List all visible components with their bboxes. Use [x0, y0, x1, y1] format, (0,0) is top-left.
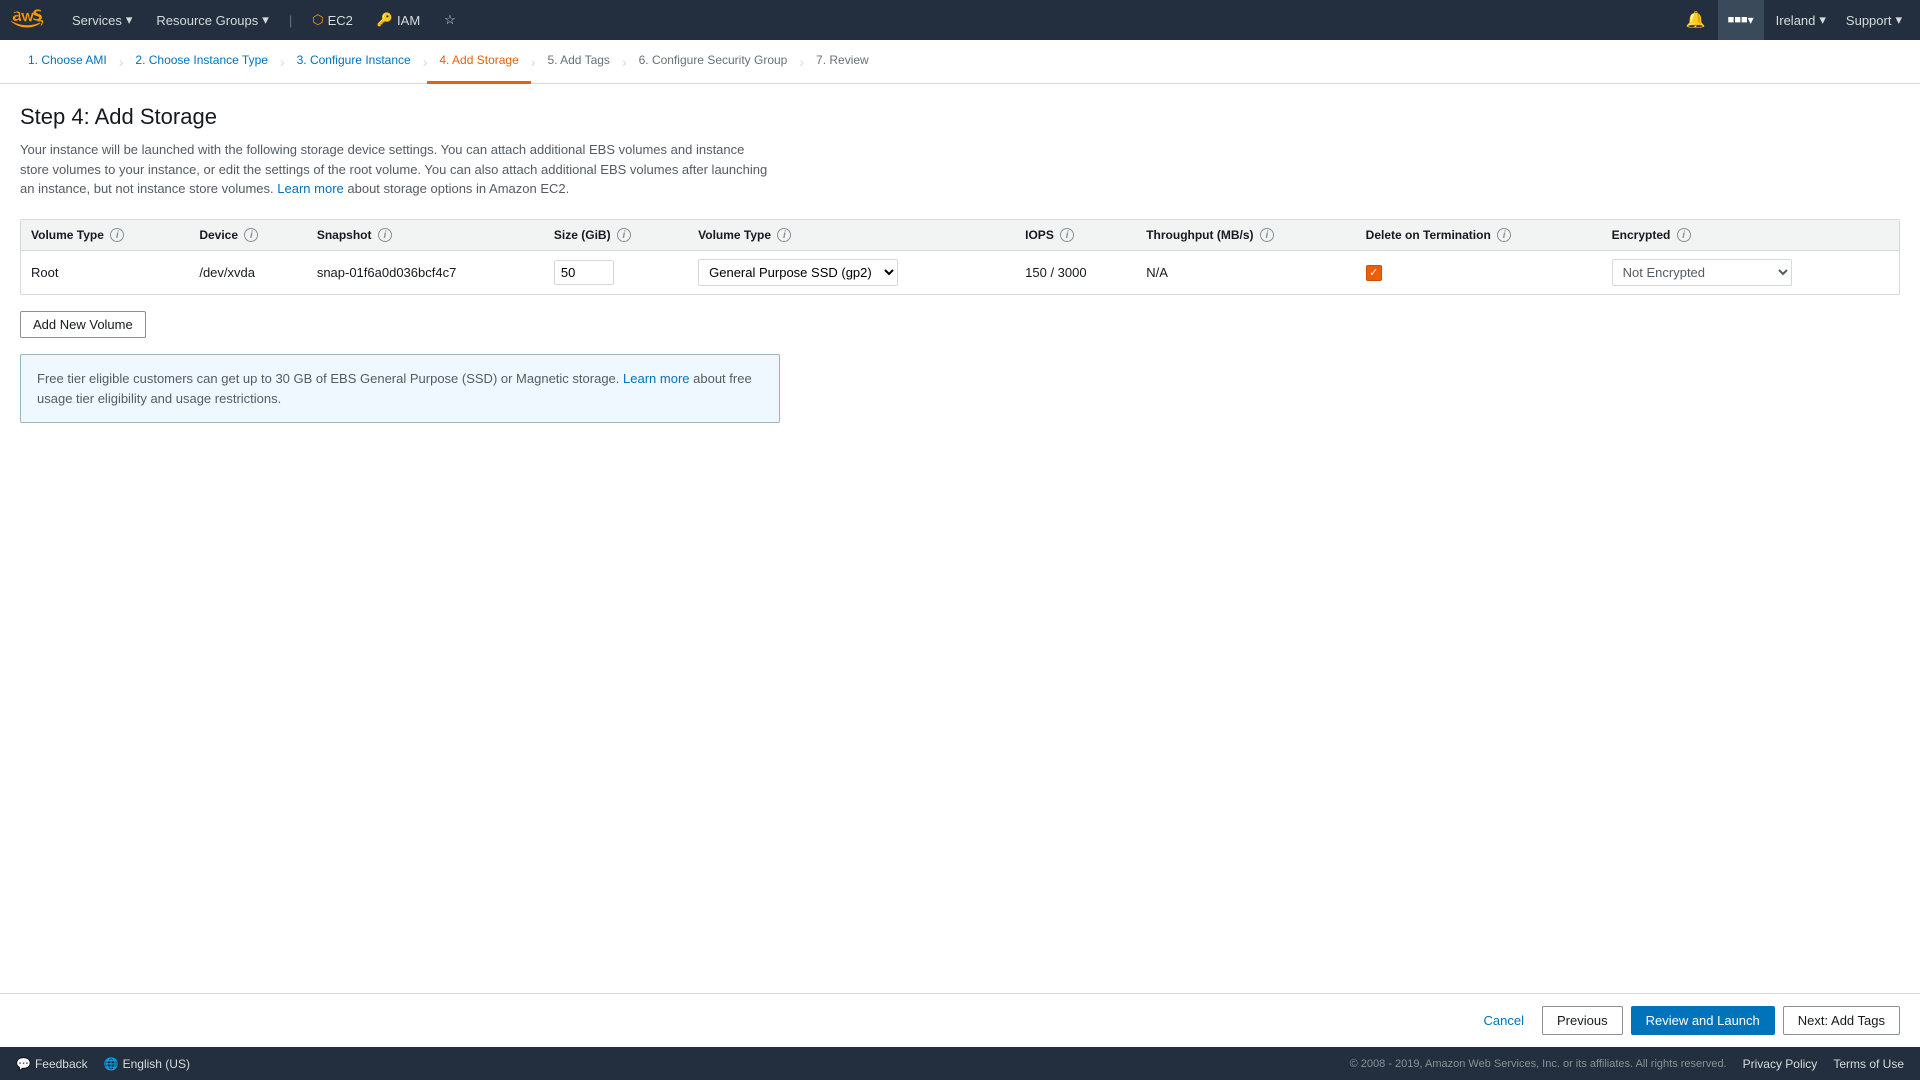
volume-type-col-info-icon[interactable]: i	[777, 228, 791, 242]
previous-button[interactable]: Previous	[1542, 1006, 1623, 1035]
footer-bar: Cancel Previous Review and Launch Next: …	[0, 993, 1920, 1047]
services-nav[interactable]: Services ▾	[64, 0, 140, 40]
free-tier-learn-more-link[interactable]: Learn more	[623, 371, 689, 386]
bottom-bar: 💬 Feedback 🌐 English (US) © 2008 - 2019,…	[0, 1047, 1920, 1080]
size-info-icon[interactable]: i	[617, 228, 631, 242]
step-2-label: 2. Choose Instance Type	[135, 53, 268, 67]
volume-type-select[interactable]: General Purpose SSD (gp2) Provisioned IO…	[698, 259, 898, 286]
next-button[interactable]: Next: Add Tags	[1783, 1006, 1900, 1035]
cell-encrypted[interactable]: Not Encrypted aws/ebs (Default)	[1602, 251, 1899, 295]
chevron-down-icon: ▾	[1748, 13, 1754, 27]
page-description: Your instance will be launched with the …	[20, 140, 770, 199]
delete-on-term-info-icon[interactable]: i	[1497, 228, 1511, 242]
main-content: Step 4: Add Storage Your instance will b…	[0, 84, 1920, 718]
wizard-steps: 1. Choose AMI › 2. Choose Instance Type …	[0, 40, 1920, 84]
cell-volume-type-value[interactable]: General Purpose SSD (gp2) Provisioned IO…	[688, 251, 1015, 295]
table-row: Root /dev/xvda snap-01f6a0d036bcf4c7 Gen…	[21, 251, 1899, 295]
storage-table-container: Volume Type i Device i Snapshot i Size (…	[20, 219, 1900, 296]
content-spacer	[0, 718, 1920, 993]
step-4-label: 4. Add Storage	[439, 53, 518, 67]
col-header-snapshot: Snapshot i	[307, 220, 544, 251]
delete-on-termination-checkbox[interactable]: ✓	[1366, 265, 1382, 281]
review-and-launch-button[interactable]: Review and Launch	[1631, 1006, 1775, 1035]
encrypted-select[interactable]: Not Encrypted aws/ebs (Default)	[1612, 259, 1792, 286]
step-3[interactable]: 3. Configure Instance	[285, 40, 423, 84]
col-header-delete-on-term: Delete on Termination i	[1356, 220, 1602, 251]
chevron-down-icon: ▾	[1895, 12, 1902, 28]
step-7[interactable]: 7. Review	[804, 40, 881, 84]
encrypted-info-icon[interactable]: i	[1677, 228, 1691, 242]
cell-snapshot: snap-01f6a0d036bcf4c7	[307, 251, 544, 295]
cell-throughput: N/A	[1136, 251, 1355, 295]
cell-delete-on-termination[interactable]: ✓	[1356, 251, 1602, 295]
feedback-link[interactable]: 💬 Feedback	[16, 1057, 88, 1071]
col-header-throughput: Throughput (MB/s) i	[1136, 220, 1355, 251]
col-header-device: Device i	[189, 220, 306, 251]
favorites-nav[interactable]: ☆	[436, 0, 464, 40]
col-header-encrypted: Encrypted i	[1602, 220, 1899, 251]
col-header-iops: IOPS i	[1015, 220, 1136, 251]
copyright-text: © 2008 - 2019, Amazon Web Services, Inc.…	[1350, 1058, 1727, 1070]
step-1[interactable]: 1. Choose AMI	[16, 40, 119, 84]
aws-logo[interactable]	[10, 8, 48, 32]
region-selector[interactable]: Ireland ▾	[1768, 0, 1834, 40]
cancel-button[interactable]: Cancel	[1474, 1007, 1534, 1034]
globe-icon: 🌐	[104, 1057, 119, 1071]
add-new-volume-button[interactable]: Add New Volume	[20, 311, 146, 338]
free-tier-notice: Free tier eligible customers can get up …	[20, 354, 780, 423]
storage-table: Volume Type i Device i Snapshot i Size (…	[21, 220, 1899, 295]
step-4[interactable]: 4. Add Storage	[427, 40, 530, 84]
step-6-label: 6. Configure Security Group	[639, 53, 788, 67]
cell-volume-type: Root	[21, 251, 189, 295]
col-header-volume-type-col: Volume Type i	[688, 220, 1015, 251]
nav-separator: |	[289, 13, 292, 28]
step-5[interactable]: 5. Add Tags	[535, 40, 622, 84]
feedback-icon: 💬	[16, 1057, 31, 1071]
ec2-nav[interactable]: ⬡ EC2	[304, 0, 361, 40]
throughput-info-icon[interactable]: i	[1260, 228, 1274, 242]
size-input[interactable]	[554, 260, 614, 285]
col-header-volume-type: Volume Type i	[21, 220, 189, 251]
page-title: Step 4: Add Storage	[20, 104, 1900, 130]
top-navigation: Services ▾ Resource Groups ▾ | ⬡ EC2 🔑 I…	[0, 0, 1920, 40]
privacy-policy-link[interactable]: Privacy Policy	[1743, 1057, 1818, 1071]
snapshot-info-icon[interactable]: i	[378, 228, 392, 242]
step-6[interactable]: 6. Configure Security Group	[627, 40, 800, 84]
iam-nav[interactable]: 🔑 IAM	[369, 0, 428, 40]
iops-info-icon[interactable]: i	[1060, 228, 1074, 242]
step-3-label: 3. Configure Instance	[297, 53, 411, 67]
chevron-down-icon: ▾	[1819, 12, 1826, 28]
step-5-label: 5. Add Tags	[547, 53, 610, 67]
col-header-size: Size (GiB) i	[544, 220, 688, 251]
bell-icon[interactable]: 🔔	[1678, 0, 1714, 40]
volume-type-info-icon[interactable]: i	[110, 228, 124, 242]
step-1-label: 1. Choose AMI	[28, 53, 107, 67]
cell-device: /dev/xvda	[189, 251, 306, 295]
table-header-row: Volume Type i Device i Snapshot i Size (…	[21, 220, 1899, 251]
device-info-icon[interactable]: i	[244, 228, 258, 242]
chevron-down-icon: ▾	[262, 12, 269, 28]
step-2[interactable]: 2. Choose Instance Type	[123, 40, 280, 84]
terms-of-use-link[interactable]: Terms of Use	[1833, 1057, 1904, 1071]
cell-size[interactable]	[544, 251, 688, 295]
cell-iops: 150 / 3000	[1015, 251, 1136, 295]
language-selector[interactable]: 🌐 English (US)	[104, 1057, 190, 1071]
step-7-label: 7. Review	[816, 53, 869, 67]
support-menu[interactable]: Support ▾	[1838, 0, 1910, 40]
user-menu[interactable]: ■■■ ▾	[1718, 0, 1764, 40]
learn-more-link[interactable]: Learn more	[277, 181, 343, 196]
resource-groups-nav[interactable]: Resource Groups ▾	[148, 0, 276, 40]
star-icon: ☆	[444, 12, 456, 28]
chevron-down-icon: ▾	[126, 12, 133, 28]
